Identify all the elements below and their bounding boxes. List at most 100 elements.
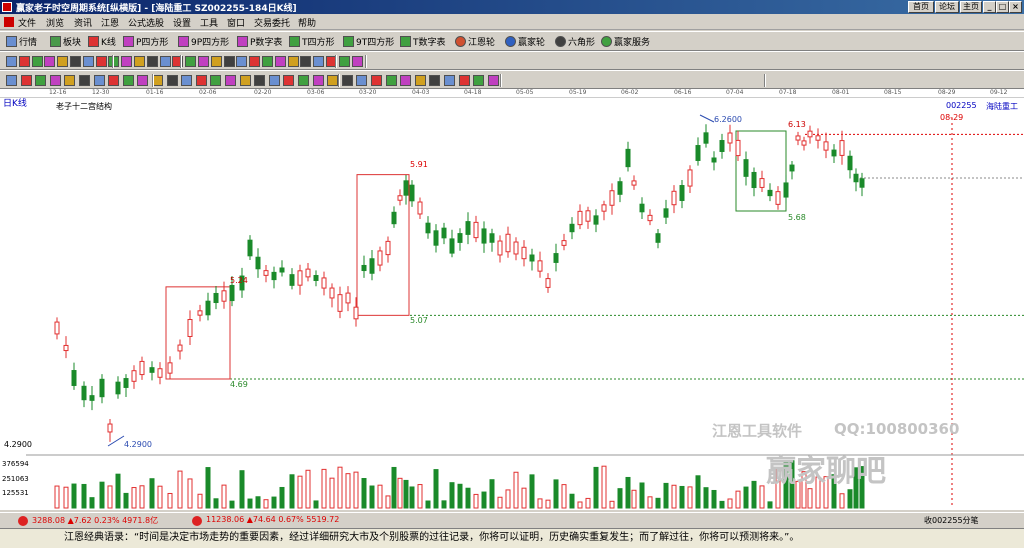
homepage-link[interactable]: 主页 — [960, 1, 982, 13]
tool-icon-button[interactable] — [146, 55, 160, 68]
volume-bar — [271, 496, 277, 509]
tool-icon-button[interactable] — [121, 55, 134, 68]
tool-icon-button[interactable] — [82, 55, 96, 68]
tool-icon-button[interactable] — [122, 74, 136, 87]
tool-icon-button[interactable] — [338, 55, 352, 68]
tool-icon-button[interactable] — [414, 74, 428, 87]
tool-icon-button[interactable] — [18, 55, 32, 68]
tool-icon-button[interactable] — [458, 74, 472, 87]
forum-link[interactable]: 论坛 — [935, 1, 959, 13]
maximize-button[interactable]: □ — [996, 1, 1009, 13]
tool-icon-button[interactable] — [198, 55, 211, 68]
tool-icon-button[interactable] — [236, 55, 249, 68]
hexagon-button[interactable]: 六角形 — [555, 35, 595, 48]
kline-button[interactable]: K线 — [88, 35, 116, 48]
tool-icon-button[interactable] — [351, 55, 365, 68]
candle-body — [213, 292, 219, 304]
tool-icon-button[interactable] — [195, 74, 209, 87]
tool-icon-button[interactable] — [268, 74, 282, 87]
tool-icon-button[interactable] — [64, 74, 77, 87]
tool-icon-button[interactable] — [287, 55, 301, 68]
candle-body — [385, 240, 391, 256]
tool-icon-button[interactable] — [134, 55, 147, 68]
tool-icon-button[interactable] — [274, 55, 288, 68]
tool-icon-button[interactable] — [49, 74, 63, 87]
t-number-table-button[interactable]: T数字表 — [400, 35, 446, 48]
tool-icon-button[interactable] — [79, 74, 92, 87]
tool-icon-button[interactable] — [6, 74, 19, 87]
tool-icon-button[interactable] — [326, 55, 339, 68]
tool-icon-button[interactable] — [172, 55, 185, 68]
menu-file[interactable]: 文件 — [18, 16, 36, 29]
tool-icon-button[interactable] — [371, 74, 384, 87]
menu-trade[interactable]: 交易委托 — [254, 16, 290, 29]
tool-icon-button[interactable] — [223, 55, 237, 68]
drawing-tool-icon — [487, 75, 499, 86]
tool-icon-button[interactable] — [341, 74, 355, 87]
volume-bar — [149, 478, 155, 509]
menu-window[interactable]: 窗口 — [227, 16, 245, 29]
tool-icon-button[interactable] — [35, 74, 48, 87]
service-button[interactable]: 赢家服务 — [601, 35, 650, 48]
tool-icon-button[interactable] — [44, 55, 57, 68]
menu-gann[interactable]: 江恩 — [101, 16, 119, 29]
tool-icon-button[interactable] — [159, 55, 173, 68]
tool-icon-button[interactable] — [298, 74, 311, 87]
tool-icon-button[interactable] — [181, 74, 194, 87]
tool-icon-button[interactable] — [95, 55, 109, 68]
index1-quote[interactable]: 3288.08 ▲7.62 0.23% 4971.8亿 — [32, 515, 158, 526]
tool-icon-button[interactable] — [300, 55, 313, 68]
tool-icon-button[interactable] — [20, 74, 34, 87]
tool-icon-button[interactable] — [166, 74, 180, 87]
menu-info[interactable]: 资讯 — [74, 16, 92, 29]
tool-icon-button[interactable] — [31, 55, 45, 68]
tool-icon-button[interactable] — [210, 55, 224, 68]
tool-icon-button[interactable] — [70, 55, 83, 68]
tool-icon-button[interactable] — [313, 55, 326, 68]
tool-icon-button[interactable] — [93, 74, 107, 87]
tick-data-label[interactable]: 收002255分笔 — [924, 515, 979, 526]
tool-icon-button[interactable] — [312, 74, 326, 87]
menu-browse[interactable]: 浏览 — [46, 16, 64, 29]
p-number-table-button[interactable]: P数字表 — [237, 35, 282, 48]
tool-icon-button[interactable] — [225, 74, 238, 87]
tool-icon-button[interactable] — [239, 74, 253, 87]
candle-body — [131, 370, 137, 382]
tool-icon-button[interactable] — [400, 74, 413, 87]
tool-icon-button[interactable] — [283, 74, 296, 87]
tool-icon-button[interactable] — [385, 74, 399, 87]
quote-button[interactable]: 行情 — [6, 35, 37, 48]
menu-settings[interactable]: 设置 — [173, 16, 191, 29]
home-link[interactable]: 首页 — [908, 1, 934, 13]
gann-wheel-button[interactable]: 江恩轮 — [455, 35, 495, 48]
tool-icon-button[interactable] — [210, 74, 223, 87]
tool-icon-button[interactable] — [57, 55, 70, 68]
tool-icon-button[interactable] — [108, 74, 121, 87]
sector-button[interactable]: 板块 — [50, 35, 81, 48]
kline-chart-panel[interactable]: 日K线 老子十二宫结构 002255 海陆重工 08-29 5.91 5.24 … — [0, 98, 1024, 510]
t-square-button[interactable]: T四方形 — [289, 35, 335, 48]
9p-square-button[interactable]: 9P四方形 — [178, 35, 229, 48]
tool-icon-button[interactable] — [473, 74, 486, 87]
tool-icon-button[interactable] — [356, 74, 369, 87]
menu-help[interactable]: 帮助 — [298, 16, 316, 29]
tool-icon-button[interactable] — [108, 55, 121, 68]
winner-wheel-button[interactable]: 赢家轮 — [505, 35, 545, 48]
close-button[interactable]: × — [1009, 1, 1022, 13]
9t-square-button[interactable]: 9T四方形 — [343, 35, 394, 48]
index2-quote[interactable]: 11238.06 ▲74.64 0.67% 5519.72 — [206, 515, 339, 524]
menu-logo-icon — [4, 17, 14, 27]
tool-icon-button[interactable] — [254, 74, 267, 87]
tool-icon-button[interactable] — [487, 74, 501, 87]
minimize-button[interactable]: _ — [983, 1, 996, 13]
tool-icon-button[interactable] — [444, 74, 457, 87]
tool-icon-button[interactable] — [137, 74, 150, 87]
tool-icon-button[interactable] — [249, 55, 262, 68]
menu-tools[interactable]: 工具 — [200, 16, 218, 29]
tool-icon-button[interactable] — [262, 55, 275, 68]
menu-formula-picker[interactable]: 公式选股 — [128, 16, 164, 29]
tool-icon-button[interactable] — [429, 74, 442, 87]
tool-icon-button[interactable] — [185, 55, 198, 68]
p-square-button[interactable]: P四方形 — [123, 35, 168, 48]
tool-icon-button[interactable] — [6, 55, 19, 68]
